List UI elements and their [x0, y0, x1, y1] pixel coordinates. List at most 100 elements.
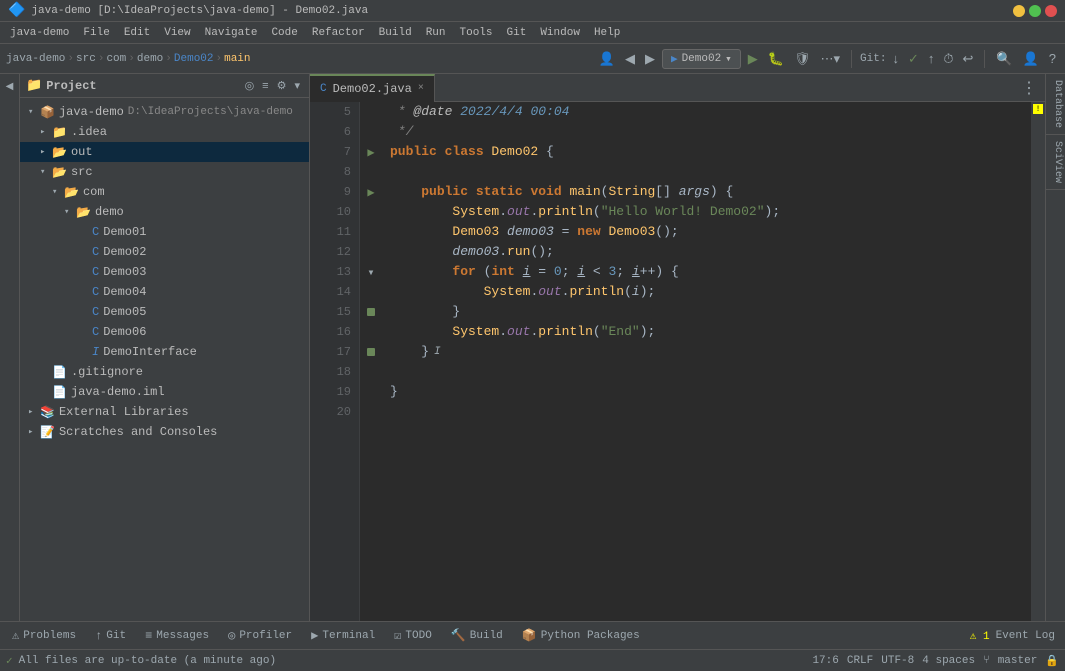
menu-window[interactable]: Window	[534, 25, 586, 41]
code-line-14: System.out.println(i);	[390, 282, 1023, 302]
tree-item-demo01[interactable]: ▸ C Demo01	[20, 222, 309, 242]
title-bar-controls[interactable]	[1013, 5, 1057, 17]
back-button[interactable]: ◀	[622, 49, 638, 69]
left-strip-btn-1[interactable]: ◀	[2, 78, 18, 94]
bottom-tab-profiler[interactable]: ◎ Profiler	[220, 622, 301, 650]
tree-label-gitignore: .gitignore	[71, 365, 143, 379]
tree-item-demo02[interactable]: ▸ C Demo02	[20, 242, 309, 262]
menu-build[interactable]: Build	[373, 25, 418, 41]
git-update-button[interactable]: ↓	[889, 49, 902, 68]
menu-tools[interactable]: Tools	[454, 25, 499, 41]
tree-item-demo05[interactable]: ▸ C Demo05	[20, 302, 309, 322]
status-indent[interactable]: 4 spaces	[922, 655, 975, 667]
tree-item-demo04[interactable]: ▸ C Demo04	[20, 282, 309, 302]
tabs-more-button[interactable]: ⋮	[1013, 78, 1045, 98]
code-line-9: public static void main(String[] args) {	[390, 182, 1023, 202]
close-button[interactable]	[1045, 5, 1057, 17]
git-history-button[interactable]: ⏱	[940, 49, 956, 69]
tree-item-gitignore[interactable]: ▸ 📄 .gitignore	[20, 362, 309, 382]
sciview-panel-label[interactable]: SciView	[1046, 135, 1065, 190]
tree-item-demo-interface[interactable]: ▸ I DemoInterface	[20, 342, 309, 362]
menu-edit[interactable]: Edit	[118, 25, 156, 41]
breadcrumb-src[interactable]: src	[76, 53, 96, 65]
app-icon: 🔷	[8, 2, 25, 19]
minimize-button[interactable]	[1013, 5, 1025, 17]
code-content[interactable]: * @date 2022/4/4 00:04 */ public class D…	[382, 102, 1031, 621]
tree-item-idea[interactable]: ▸ 📁 .idea	[20, 122, 309, 142]
run-arrow-line9[interactable]: ▶	[360, 182, 382, 202]
search-button[interactable]: 🔍	[993, 49, 1015, 69]
menu-file[interactable]: File	[77, 25, 115, 41]
forward-button[interactable]: ▶	[642, 49, 658, 69]
status-branch[interactable]: master	[998, 655, 1038, 667]
breadcrumb-com[interactable]: com	[106, 53, 126, 65]
breadcrumb-demo[interactable]: demo	[137, 53, 163, 65]
tree-item-src[interactable]: ▾ 📂 src	[20, 162, 309, 182]
tree-item-demo[interactable]: ▾ 📂 demo	[20, 202, 309, 222]
status-position[interactable]: 17:6	[812, 655, 838, 667]
debug-button[interactable]: 🐛	[765, 49, 787, 69]
maximize-button[interactable]	[1029, 5, 1041, 17]
bottom-tab-messages[interactable]: ≡ Messages	[137, 622, 218, 650]
bottom-tab-terminal[interactable]: ▶ Terminal	[303, 622, 384, 650]
menu-navigate[interactable]: Navigate	[199, 25, 264, 41]
menu-run[interactable]: Run	[420, 25, 452, 41]
status-encoding[interactable]: UTF-8	[881, 655, 914, 667]
menu-view[interactable]: View	[158, 25, 196, 41]
tab-demo02[interactable]: C Demo02.java ×	[310, 74, 435, 102]
breadcrumb-main[interactable]: main	[224, 53, 250, 65]
tree-item-iml[interactable]: ▸ 📄 java-demo.iml	[20, 382, 309, 402]
event-log-label[interactable]: Event Log	[996, 630, 1055, 642]
coverage-button[interactable]: 🛡	[791, 49, 814, 69]
chevron-down-icon: ▾	[725, 52, 732, 66]
breadcrumb-demo02[interactable]: Demo02	[174, 53, 214, 65]
tree-item-demo06[interactable]: ▸ C Demo06	[20, 322, 309, 342]
collapse-all-button[interactable]: ≡	[259, 78, 271, 93]
bottom-tab-build[interactable]: 🔨 Build	[443, 622, 512, 650]
git-branch-icon: ⑂	[983, 655, 990, 667]
git-push-button[interactable]: ↑	[925, 49, 938, 68]
fold-marker-line13[interactable]: ▾	[360, 262, 382, 282]
run-arrow-line7[interactable]: ▶	[360, 142, 382, 162]
account-icon[interactable]: 👤	[596, 49, 618, 69]
tree-item-ext-libs[interactable]: ▸ 📚 External Libraries	[20, 402, 309, 422]
help-button[interactable]: ?	[1046, 49, 1059, 68]
menu-java-demo[interactable]: java-demo	[4, 25, 75, 41]
tree-item-out[interactable]: ▸ 📂 out	[20, 142, 309, 162]
bookmark-line15[interactable]	[360, 302, 382, 322]
menu-code[interactable]: Code	[265, 25, 303, 41]
git-commit-button[interactable]: ✓	[905, 49, 922, 69]
bottom-tab-problems[interactable]: ⚠ Problems	[4, 622, 85, 650]
more-run-button[interactable]: ⋯▾	[818, 49, 844, 69]
tree-item-java-demo[interactable]: ▾ 📦 java-demo D:\IdeaProjects\java-demo	[20, 102, 309, 122]
bottom-tab-git[interactable]: ↑ Git	[87, 622, 135, 650]
breadcrumb-java-demo[interactable]: java-demo	[6, 53, 65, 65]
bottom-tab-todo[interactable]: ☑ TODO	[386, 622, 441, 650]
tree-item-com[interactable]: ▾ 📂 com	[20, 182, 309, 202]
menu-help[interactable]: Help	[588, 25, 626, 41]
sidebar-settings-button[interactable]: ⚙	[274, 78, 290, 93]
sidebar-expand-button[interactable]: ▾	[291, 78, 303, 93]
interface-icon-demo-interface: I	[92, 345, 99, 359]
code-editor[interactable]: 5 6 7 8 9 10 11 12 13 14 15 16 17 18 19 …	[310, 102, 1045, 621]
tree-item-scratches[interactable]: ▸ 📝 Scratches and Consoles	[20, 422, 309, 442]
status-line-ending[interactable]: CRLF	[847, 655, 873, 667]
avatar-button[interactable]: 👤	[1020, 49, 1042, 69]
tree-arrow-com: ▾	[52, 187, 64, 197]
status-message: All files are up-to-date (a minute ago)	[19, 655, 276, 667]
line-number-gutter: 5 6 7 8 9 10 11 12 13 14 15 16 17 18 19 …	[310, 102, 360, 621]
tab-java-icon: C	[320, 83, 327, 95]
code-line-6: */	[390, 122, 1023, 142]
bookmark-line17[interactable]	[360, 342, 382, 362]
tree-label-demo02: Demo02	[103, 245, 146, 259]
run-button[interactable]: ▶	[745, 49, 761, 69]
git-undo-button[interactable]: ↩	[959, 49, 976, 69]
database-panel-label[interactable]: Database	[1046, 74, 1065, 135]
menu-git[interactable]: Git	[501, 25, 533, 41]
bottom-tab-python-packages[interactable]: 📦 Python Packages	[514, 622, 649, 650]
run-config-selector[interactable]: ▶ Demo02 ▾	[662, 49, 741, 69]
tree-item-demo03[interactable]: ▸ C Demo03	[20, 262, 309, 282]
locate-file-button[interactable]: ◎	[242, 78, 258, 93]
menu-refactor[interactable]: Refactor	[306, 25, 371, 41]
tab-close-button[interactable]: ×	[418, 83, 424, 94]
